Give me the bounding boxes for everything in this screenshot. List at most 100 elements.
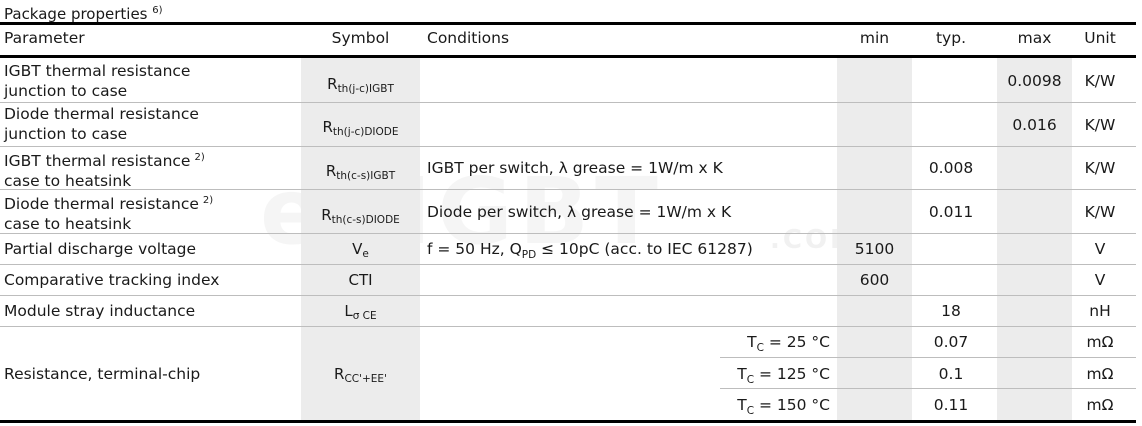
conditions-cell: f = 50 Hz, QPD ≤ 10pC (acc. to IEC 61287…: [427, 239, 753, 265]
header-parameter: Parameter: [4, 29, 85, 47]
min-cell: 600: [859, 271, 890, 289]
symbol-main: R: [321, 206, 332, 224]
symbol-sub: th(c-s)DIODE: [331, 214, 400, 226]
footnote-ref: 2): [194, 152, 205, 163]
symbol-cell: Rth(j-c)IGBT: [301, 74, 420, 99]
header-max: max: [1017, 29, 1052, 47]
max-column-shade: [997, 58, 1072, 420]
condition-sub: PD: [521, 249, 537, 262]
min-cell: 5100: [854, 240, 895, 258]
symbol-main: L: [344, 302, 353, 320]
conditions-cell: IGBT per switch, λ grease = 1W/m x K: [427, 159, 723, 177]
condition-sub: C: [746, 374, 755, 387]
unit-cell: V: [1094, 271, 1106, 289]
condition-symbol: T: [737, 396, 747, 414]
typ-cell: 0.011: [928, 203, 974, 221]
symbol-cell: Rth(c-s)IGBT: [301, 161, 420, 186]
table-title-text: Package properties: [4, 5, 148, 23]
max-cell: 0.0098: [1007, 72, 1062, 90]
symbol-cell: Lσ CE: [301, 301, 420, 326]
condition-value: = 125 °C: [754, 365, 830, 383]
unit-cell: mΩ: [1086, 396, 1114, 414]
condition-text-rest: ≤ 10pC (acc. to IEC 61287): [536, 240, 753, 258]
row-divider: [0, 295, 1136, 296]
unit-cell: mΩ: [1086, 365, 1114, 383]
condition-temperature: TC = 25 °C: [720, 332, 830, 358]
param-cell: Diode thermal resistance junction to cas…: [4, 104, 199, 144]
condition-sub: C: [756, 342, 764, 355]
symbol-cell: RCC'+EE': [301, 364, 420, 389]
symbol-cell: CTI: [301, 270, 420, 290]
unit-cell: nH: [1089, 302, 1111, 320]
typ-cell: 0.11: [933, 396, 969, 414]
param-line2: junction to case: [4, 125, 128, 143]
header-symbol: Symbol: [331, 29, 390, 47]
symbol-cell: Rth(j-c)DIODE: [301, 117, 420, 142]
row-divider: [0, 102, 1136, 103]
footnote-ref: 2): [202, 195, 214, 206]
header-conditions: Conditions: [427, 29, 510, 47]
symbol-main: R: [325, 162, 337, 180]
symbol-sub: CC'+EE': [344, 373, 387, 385]
typ-cell: 18: [941, 302, 961, 320]
header-rule: [0, 55, 1136, 58]
typ-cell: 0.1: [938, 365, 964, 383]
condition-sub: C: [746, 405, 755, 418]
unit-cell: mΩ: [1086, 333, 1114, 351]
param-cell: Module stray inductance: [4, 302, 196, 320]
symbol-cell: Ve: [301, 239, 420, 264]
table-title-note: 6): [152, 5, 163, 16]
symbol-sub: σ CE: [352, 310, 377, 322]
param-line1: IGBT thermal resistance: [4, 152, 191, 170]
condition-temperature: TC = 150 °C: [720, 395, 830, 421]
condition-symbol: T: [747, 333, 757, 351]
param-cell: Diode thermal resistance 2) case to heats…: [4, 191, 213, 234]
subrow-divider: [720, 388, 1136, 389]
symbol-main: V: [352, 240, 363, 258]
unit-cell: K/W: [1084, 72, 1116, 90]
condition-value: = 150 °C: [754, 396, 830, 414]
header-min: min: [859, 29, 890, 47]
symbol-sub: th(c-s)IGBT: [336, 170, 396, 182]
symbol-main: R: [334, 365, 345, 383]
symbol-main: R: [327, 75, 338, 93]
param-cell: Resistance, terminal-chip: [4, 365, 201, 383]
max-cell: 0.016: [1012, 116, 1057, 134]
param-cell: Partial discharge voltage: [4, 240, 197, 258]
param-line2: case to heatsink: [4, 172, 132, 190]
symbol-main: R: [322, 118, 333, 136]
condition-temperature: TC = 125 °C: [720, 364, 830, 390]
param-cell: IGBT thermal resistance junction to case: [4, 61, 190, 101]
row-divider: [0, 264, 1136, 265]
param-cell: Comparative tracking index: [4, 271, 220, 289]
unit-cell: K/W: [1084, 116, 1116, 134]
param-line1: Diode thermal resistance: [4, 195, 199, 213]
header-typ: typ.: [935, 29, 967, 47]
unit-cell: V: [1094, 240, 1106, 258]
row-divider: [0, 326, 1136, 327]
typ-cell: 0.07: [933, 333, 969, 351]
param-cell: IGBT thermal resistance 2) case to heatsi…: [4, 148, 205, 191]
param-line2: junction to case: [4, 82, 128, 100]
row-divider: [0, 189, 1136, 190]
typ-cell: 0.008: [928, 159, 974, 177]
param-line2: case to heatsink: [4, 215, 132, 233]
symbol-sub: th(j-c)IGBT: [337, 83, 394, 95]
condition-text: f = 50 Hz, Q: [427, 240, 522, 258]
symbol-sub: th(j-c)DIODE: [332, 126, 399, 138]
top-rule: [0, 22, 1136, 25]
param-line1: Diode thermal resistance: [4, 105, 199, 123]
unit-cell: K/W: [1084, 203, 1116, 221]
row-divider: [0, 233, 1136, 234]
unit-cell: K/W: [1084, 159, 1116, 177]
row-divider: [0, 146, 1136, 147]
header-unit: Unit: [1084, 29, 1116, 47]
symbol-main: CTI: [348, 271, 373, 289]
bottom-rule: [0, 420, 1136, 423]
symbol-sub: e: [362, 248, 369, 260]
conditions-cell: Diode per switch, λ grease = 1W/m x K: [427, 203, 732, 221]
param-line1: IGBT thermal resistance: [4, 62, 191, 80]
condition-value: = 25 °C: [763, 333, 830, 351]
condition-symbol: T: [737, 365, 747, 383]
symbol-cell: Rth(c-s)DIODE: [301, 205, 420, 230]
